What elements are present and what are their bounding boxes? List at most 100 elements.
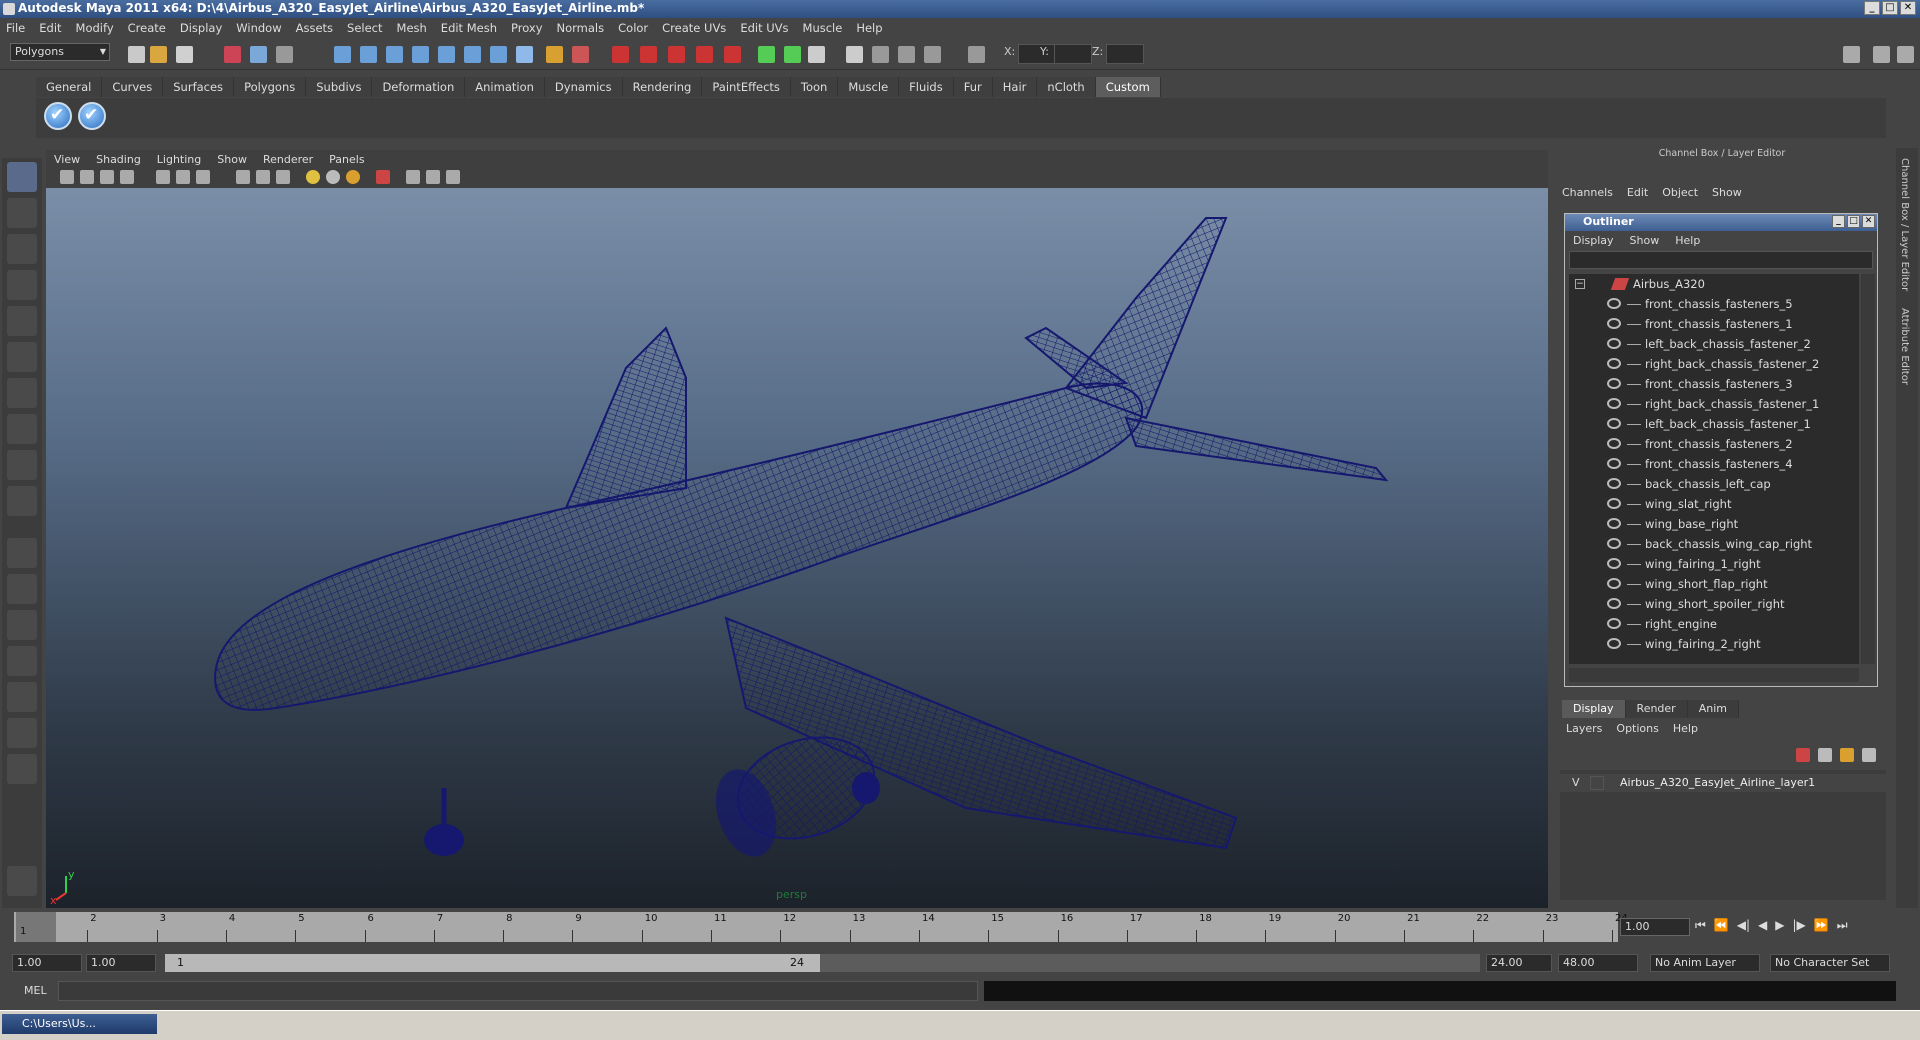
menu-create-uvs[interactable]: Create UVs xyxy=(662,21,726,35)
menu-set-dropdown[interactable]: Polygons xyxy=(10,43,110,61)
shelf-tab-toon[interactable]: Toon xyxy=(790,77,839,97)
menu-create[interactable]: Create xyxy=(128,21,166,35)
bookmarks-icon[interactable] xyxy=(100,170,114,184)
outliner-graph-layout-icon[interactable] xyxy=(7,682,37,712)
outliner-item[interactable]: right_back_chassis_fastener_1 xyxy=(1569,394,1859,414)
maximize-button[interactable]: □ xyxy=(1882,1,1898,15)
character-set-dropdown[interactable]: No Character Set xyxy=(1770,954,1890,972)
x-coord-field[interactable] xyxy=(1018,44,1056,64)
show-tool-settings-icon[interactable] xyxy=(872,46,889,63)
check-icon[interactable] xyxy=(44,102,72,130)
outliner-menu-display[interactable]: Display xyxy=(1573,234,1614,247)
menu-display[interactable]: Display xyxy=(180,21,222,35)
menu-file[interactable]: File xyxy=(6,21,25,35)
z-coord-field[interactable] xyxy=(1106,44,1144,64)
menu-edit-uvs[interactable]: Edit UVs xyxy=(740,21,788,35)
last-tool-icon[interactable] xyxy=(7,486,37,516)
wireframe-on-shaded-icon[interactable] xyxy=(276,170,290,184)
show-attribute-editor-icon[interactable] xyxy=(846,46,863,63)
outliner-item[interactable]: front_chassis_fasteners_5 xyxy=(1569,294,1859,314)
channel-box-menu-show[interactable]: Show xyxy=(1712,186,1742,199)
outliner-item[interactable]: wing_fairing_2_right xyxy=(1569,634,1859,654)
menu-normals[interactable]: Normals xyxy=(557,21,605,35)
snap-plane-icon[interactable] xyxy=(412,46,429,63)
shelf-tab-subdivs[interactable]: Subdivs xyxy=(306,77,373,97)
layer-menu-help[interactable]: Help xyxy=(1673,722,1698,735)
outliner-item[interactable]: wing_fairing_1_right xyxy=(1569,554,1859,574)
viewport-menu-show[interactable]: Show xyxy=(217,153,247,166)
menu-color[interactable]: Color xyxy=(618,21,648,35)
layer-name[interactable]: Airbus_A320_EasyJet_Airline_layer1 xyxy=(1620,774,1815,792)
show-manipulator-icon[interactable] xyxy=(7,450,37,480)
xray-icon[interactable] xyxy=(406,170,420,184)
outliner-filter-input[interactable] xyxy=(1569,251,1873,269)
outliner-item[interactable]: front_chassis_fasteners_3 xyxy=(1569,374,1859,394)
shelf-tab-general[interactable]: General xyxy=(36,77,103,97)
shelf-tab-dynamics[interactable]: Dynamics xyxy=(544,77,623,97)
range-slider-handle[interactable]: 1 24 xyxy=(165,954,820,972)
layout-icon[interactable] xyxy=(1843,46,1860,63)
lock-icon[interactable] xyxy=(546,46,563,63)
side-tab-attribute-editor[interactable]: Attribute Editor xyxy=(1899,308,1910,385)
shelf-tab-surfaces[interactable]: Surfaces xyxy=(163,77,235,97)
single-perspective-layout-icon[interactable] xyxy=(7,538,37,568)
outliner-list[interactable]: − Airbus_A320 front_chassis_fasteners_5 f… xyxy=(1569,274,1859,664)
lasso-tool-icon[interactable] xyxy=(7,198,37,228)
resolution-gate-icon[interactable] xyxy=(196,170,210,184)
play-backwards-icon[interactable]: ◀ xyxy=(1758,918,1767,936)
menu-edit[interactable]: Edit xyxy=(39,21,61,35)
open-scene-icon[interactable] xyxy=(150,46,167,63)
menu-modify[interactable]: Modify xyxy=(76,21,114,35)
default-light-icon[interactable] xyxy=(306,170,320,184)
input-line-icon[interactable] xyxy=(758,46,775,63)
save-scene-icon[interactable] xyxy=(176,46,193,63)
render-settings-icon[interactable] xyxy=(668,46,685,63)
help-icon[interactable] xyxy=(516,46,533,63)
y-coord-field[interactable] xyxy=(1054,44,1092,64)
outliner-item[interactable]: front_chassis_fasteners_1 xyxy=(1569,314,1859,334)
scale-tool-icon[interactable] xyxy=(7,342,37,372)
anim-layer-dropdown[interactable]: No Anim Layer xyxy=(1650,954,1760,972)
outliner-menu-show[interactable]: Show xyxy=(1630,234,1660,247)
shelf-tab-custom[interactable]: Custom xyxy=(1095,77,1161,97)
new-scene-icon[interactable] xyxy=(128,46,145,63)
current-frame-field[interactable]: 1.00 xyxy=(1620,918,1690,936)
paint-select-tool-icon[interactable] xyxy=(7,234,37,264)
select-hierarchy-icon[interactable] xyxy=(224,46,241,63)
snap-surface-icon[interactable] xyxy=(438,46,455,63)
snap-grid-icon[interactable] xyxy=(334,46,351,63)
outliner-vertical-scrollbar[interactable] xyxy=(1861,274,1875,664)
grid-icon[interactable] xyxy=(156,170,170,184)
transform-field-icon[interactable] xyxy=(968,46,985,63)
step-forward-frame-icon[interactable]: |▶ xyxy=(1793,918,1806,936)
universal-manipulator-icon[interactable] xyxy=(7,378,37,408)
shelf-tab-rendering[interactable]: Rendering xyxy=(622,77,703,97)
step-back-frame-icon[interactable]: ◀| xyxy=(1737,918,1750,936)
outliner-item[interactable]: wing_short_flap_right xyxy=(1569,574,1859,594)
range-slider[interactable]: 1 24 xyxy=(165,954,1480,972)
snap-live-icon[interactable] xyxy=(490,46,507,63)
rename-icon[interactable] xyxy=(784,46,801,63)
menu-assets[interactable]: Assets xyxy=(296,21,333,35)
viewport-menu-renderer[interactable]: Renderer xyxy=(263,153,313,166)
four-view-layout-icon[interactable] xyxy=(7,574,37,604)
menu-window[interactable]: Window xyxy=(236,21,281,35)
show-channel-box-icon[interactable] xyxy=(898,46,915,63)
persp-hypershade-layout-icon[interactable] xyxy=(7,718,37,748)
wireframe-icon[interactable] xyxy=(236,170,250,184)
layer-playback-toggle[interactable] xyxy=(1590,776,1604,790)
menu-proxy[interactable]: Proxy xyxy=(511,21,543,35)
channel-box-menu-edit[interactable]: Edit xyxy=(1627,186,1648,199)
select-component-icon[interactable] xyxy=(276,46,293,63)
isolate-select-icon[interactable] xyxy=(376,170,390,184)
outliner-item[interactable]: back_chassis_wing_cap_right xyxy=(1569,534,1859,554)
menu-muscle[interactable]: Muscle xyxy=(803,21,843,35)
snap-curve-icon[interactable] xyxy=(360,46,377,63)
outliner-item[interactable]: left_back_chassis_fastener_1 xyxy=(1569,414,1859,434)
persp-graph-layout-icon[interactable] xyxy=(7,646,37,676)
outliner-close-button[interactable]: ✕ xyxy=(1862,215,1875,228)
shelf-tab-fur[interactable]: Fur xyxy=(953,77,993,97)
outliner-item[interactable]: back_chassis_left_cap xyxy=(1569,474,1859,494)
time-slider[interactable]: 123456789101112131415161718192021222324 … xyxy=(14,912,1628,942)
attribute-editor-toggle-icon[interactable] xyxy=(1897,46,1914,63)
